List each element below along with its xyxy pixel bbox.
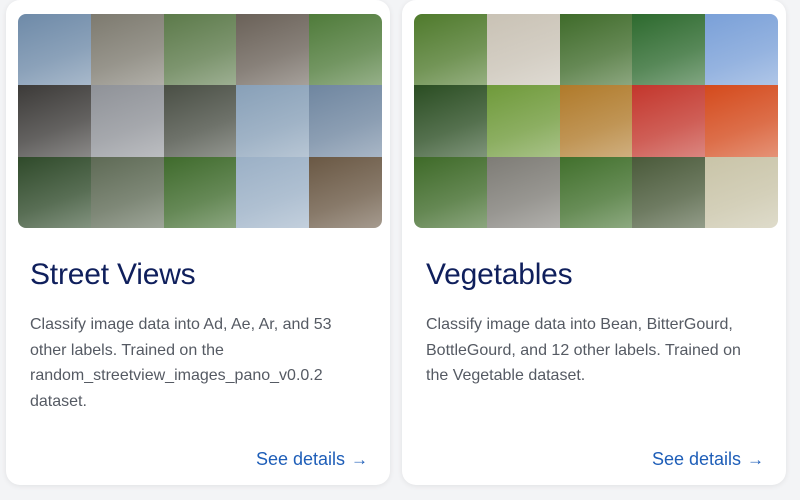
mosaic-tile — [486, 85, 560, 157]
mosaic-tile — [559, 14, 633, 86]
see-details-label: See details — [255, 449, 345, 469]
dataset-card-street-views[interactable]: Street Views Classify image data into Ad… — [6, 0, 390, 485]
mosaic-tile — [414, 85, 487, 157]
mosaic-tile — [18, 14, 91, 86]
mosaic-tile — [236, 14, 310, 86]
mosaic-tile — [90, 85, 164, 157]
street-views-image-mosaic — [18, 14, 382, 228]
mosaic-tile — [18, 156, 91, 228]
mosaic-tile — [632, 85, 706, 157]
vegetables-image-mosaic — [414, 14, 778, 228]
arrow-right-icon: → — [351, 449, 368, 469]
mosaic-tile — [414, 156, 487, 228]
see-details-link[interactable]: See details → — [652, 449, 764, 470]
mosaic-tile — [705, 156, 778, 228]
card-description: Classify image data into Bean, BitterGou… — [426, 316, 741, 384]
mosaic-tile — [236, 156, 310, 228]
mosaic-tile — [486, 156, 560, 228]
arrow-right-icon: → — [747, 449, 764, 469]
mosaic-tile — [632, 156, 706, 228]
mosaic-tile — [90, 14, 164, 86]
mosaic-tile — [559, 85, 633, 157]
see-details-link[interactable]: See details → — [256, 449, 368, 470]
dataset-card-vegetables[interactable]: Vegetables Classify image data into Bean… — [402, 0, 786, 485]
mosaic-tile — [18, 85, 91, 157]
mosaic-tile — [486, 14, 560, 86]
see-details-label: See details — [651, 449, 741, 469]
card-title: Street Views — [30, 258, 196, 291]
card-description: Classify image data into Ad, Ae, Ar, and… — [30, 316, 332, 410]
mosaic-tile — [559, 156, 633, 228]
mosaic-tile — [705, 14, 778, 86]
mosaic-tile — [309, 85, 382, 157]
mosaic-tile — [632, 14, 706, 86]
mosaic-tile — [163, 14, 237, 86]
next-row-edge — [0, 491, 800, 500]
mosaic-tile — [163, 85, 237, 157]
card-title: Vegetables — [426, 258, 573, 291]
mosaic-tile — [309, 156, 382, 228]
mosaic-tile — [236, 85, 310, 157]
mosaic-tile — [309, 14, 382, 86]
dataset-card-grid: Street Views Classify image data into Ad… — [0, 0, 800, 500]
mosaic-tile — [163, 156, 237, 228]
mosaic-tile — [90, 156, 164, 228]
mosaic-tile — [414, 14, 487, 86]
mosaic-tile — [705, 85, 778, 157]
